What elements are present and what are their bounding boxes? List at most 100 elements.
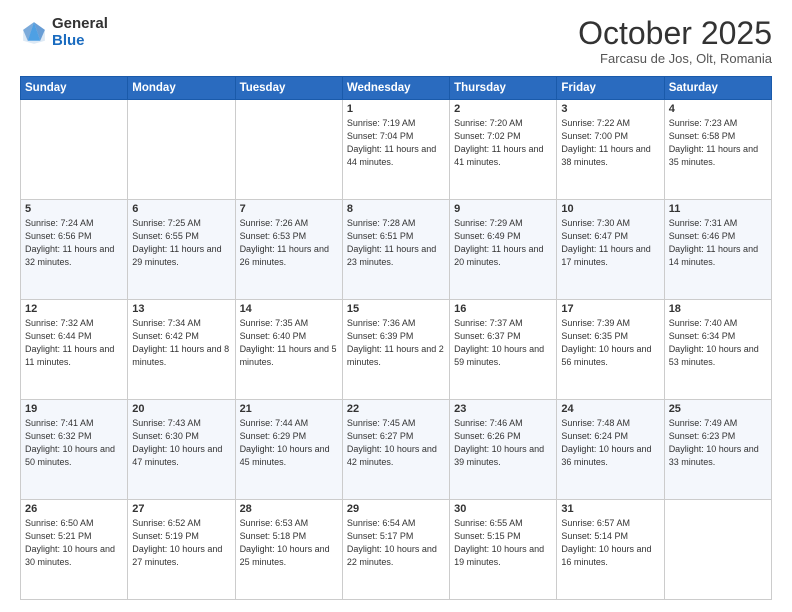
calendar-week-1: 1 Sunrise: 7:19 AM Sunset: 7:04 PM Daylig… [21,100,772,200]
calendar-cell: 6Sunrise: 7:25 AM Sunset: 6:55 PM Daylig… [128,200,235,300]
calendar-cell: 3 Sunrise: 7:22 AM Sunset: 7:00 PM Daylig… [557,100,664,200]
day-number: 24 [561,403,659,415]
calendar-cell: 15Sunrise: 7:36 AM Sunset: 6:39 PM Dayli… [342,300,449,400]
day-number: 11 [669,203,767,215]
day-number: 9 [454,203,552,215]
calendar-cell: 18 Sunrise: 7:40 AM Sunset: 6:34 PM Dayli… [664,300,771,400]
day-number: 31 [561,503,659,515]
day-info: Sunrise: 6:53 AM Sunset: 5:18 PM Dayligh… [240,517,338,569]
day-info: Sunrise: 7:32 AM Sunset: 6:44 PM Dayligh… [25,317,123,369]
day-number: 19 [25,403,123,415]
day-info: Sunrise: 7:39 AM Sunset: 6:35 PM Dayligh… [561,317,659,369]
calendar-cell [664,500,771,600]
day-info: Sunrise: 7:22 AM Sunset: 7:00 PM Dayligh… [561,117,659,169]
day-number: 1 [347,103,445,115]
calendar-header-row: SundayMondayTuesdayWednesdayThursdayFrid… [21,77,772,100]
day-info: Sunrise: 7:40 AM Sunset: 6:34 PM Dayligh… [669,317,767,369]
calendar-cell: 25Sunrise: 7:49 AM Sunset: 6:23 PM Dayli… [664,400,771,500]
day-header-monday: Monday [128,77,235,100]
calendar-cell: 17 Sunrise: 7:39 AM Sunset: 6:35 PM Dayli… [557,300,664,400]
day-header-wednesday: Wednesday [342,77,449,100]
day-info: Sunrise: 7:41 AM Sunset: 6:32 PM Dayligh… [25,417,123,469]
day-info: Sunrise: 7:20 AM Sunset: 7:02 PM Dayligh… [454,117,552,169]
calendar-cell: 4Sunrise: 7:23 AM Sunset: 6:58 PM Daylig… [664,100,771,200]
day-number: 22 [347,403,445,415]
calendar-cell [128,100,235,200]
calendar-cell: 14Sunrise: 7:35 AM Sunset: 6:40 PM Dayli… [235,300,342,400]
day-info: Sunrise: 7:29 AM Sunset: 6:49 PM Dayligh… [454,217,552,269]
day-info: Sunrise: 7:49 AM Sunset: 6:23 PM Dayligh… [669,417,767,469]
calendar-cell: 31 Sunrise: 6:57 AM Sunset: 5:14 PM Dayli… [557,500,664,600]
calendar-cell [21,100,128,200]
day-header-friday: Friday [557,77,664,100]
day-info: Sunrise: 6:50 AM Sunset: 5:21 PM Dayligh… [25,517,123,569]
day-info: Sunrise: 7:25 AM Sunset: 6:55 PM Dayligh… [132,217,230,269]
calendar-cell: 8Sunrise: 7:28 AM Sunset: 6:51 PM Daylig… [342,200,449,300]
day-number: 28 [240,503,338,515]
calendar-cell: 11 Sunrise: 7:31 AM Sunset: 6:46 PM Dayli… [664,200,771,300]
day-info: Sunrise: 6:57 AM Sunset: 5:14 PM Dayligh… [561,517,659,569]
day-info: Sunrise: 7:46 AM Sunset: 6:26 PM Dayligh… [454,417,552,469]
day-number: 17 [561,303,659,315]
calendar-cell: 1 Sunrise: 7:19 AM Sunset: 7:04 PM Daylig… [342,100,449,200]
day-number: 20 [132,403,230,415]
calendar-cell: 26 Sunrise: 6:50 AM Sunset: 5:21 PM Dayli… [21,500,128,600]
day-info: Sunrise: 7:30 AM Sunset: 6:47 PM Dayligh… [561,217,659,269]
day-number: 27 [132,503,230,515]
calendar-cell: 24 Sunrise: 7:48 AM Sunset: 6:24 PM Dayli… [557,400,664,500]
calendar-cell: 19 Sunrise: 7:41 AM Sunset: 6:32 PM Dayli… [21,400,128,500]
day-number: 21 [240,403,338,415]
day-info: Sunrise: 7:35 AM Sunset: 6:40 PM Dayligh… [240,317,338,369]
calendar-cell: 5 Sunrise: 7:24 AM Sunset: 6:56 PM Daylig… [21,200,128,300]
day-info: Sunrise: 7:24 AM Sunset: 6:56 PM Dayligh… [25,217,123,269]
calendar-cell [235,100,342,200]
day-number: 18 [669,303,767,315]
day-info: Sunrise: 7:45 AM Sunset: 6:27 PM Dayligh… [347,417,445,469]
calendar-cell: 20 Sunrise: 7:43 AM Sunset: 6:30 PM Dayli… [128,400,235,500]
day-number: 3 [561,103,659,115]
logo-general-text: General [52,16,108,33]
calendar-week-4: 19 Sunrise: 7:41 AM Sunset: 6:32 PM Dayli… [21,400,772,500]
day-info: Sunrise: 6:55 AM Sunset: 5:15 PM Dayligh… [454,517,552,569]
day-number: 16 [454,303,552,315]
day-info: Sunrise: 7:26 AM Sunset: 6:53 PM Dayligh… [240,217,338,269]
day-number: 30 [454,503,552,515]
day-number: 2 [454,103,552,115]
calendar-cell: 10 Sunrise: 7:30 AM Sunset: 6:47 PM Dayli… [557,200,664,300]
day-header-thursday: Thursday [450,77,557,100]
day-info: Sunrise: 7:19 AM Sunset: 7:04 PM Dayligh… [347,117,445,169]
day-header-sunday: Sunday [21,77,128,100]
day-number: 5 [25,203,123,215]
month-title: October 2025 [578,16,772,51]
day-info: Sunrise: 7:31 AM Sunset: 6:46 PM Dayligh… [669,217,767,269]
calendar-cell: 16 Sunrise: 7:37 AM Sunset: 6:37 PM Dayli… [450,300,557,400]
day-info: Sunrise: 7:28 AM Sunset: 6:51 PM Dayligh… [347,217,445,269]
calendar-cell: 27 Sunrise: 6:52 AM Sunset: 5:19 PM Dayli… [128,500,235,600]
page: General Blue October 2025 Farcasu de Jos… [0,0,792,612]
logo-blue-text: Blue [52,33,108,50]
header: General Blue October 2025 Farcasu de Jos… [20,16,772,66]
day-info: Sunrise: 7:23 AM Sunset: 6:58 PM Dayligh… [669,117,767,169]
day-info: Sunrise: 7:48 AM Sunset: 6:24 PM Dayligh… [561,417,659,469]
calendar-cell: 30 Sunrise: 6:55 AM Sunset: 5:15 PM Dayli… [450,500,557,600]
calendar-cell: 7Sunrise: 7:26 AM Sunset: 6:53 PM Daylig… [235,200,342,300]
location-subtitle: Farcasu de Jos, Olt, Romania [578,51,772,66]
day-info: Sunrise: 7:44 AM Sunset: 6:29 PM Dayligh… [240,417,338,469]
day-info: Sunrise: 6:52 AM Sunset: 5:19 PM Dayligh… [132,517,230,569]
calendar-cell: 9 Sunrise: 7:29 AM Sunset: 6:49 PM Daylig… [450,200,557,300]
day-number: 23 [454,403,552,415]
calendar-cell: 21 Sunrise: 7:44 AM Sunset: 6:29 PM Dayli… [235,400,342,500]
day-number: 12 [25,303,123,315]
calendar-week-2: 5 Sunrise: 7:24 AM Sunset: 6:56 PM Daylig… [21,200,772,300]
calendar-cell: 29Sunrise: 6:54 AM Sunset: 5:17 PM Dayli… [342,500,449,600]
day-number: 15 [347,303,445,315]
day-info: Sunrise: 7:43 AM Sunset: 6:30 PM Dayligh… [132,417,230,469]
logo-text: General Blue [52,16,108,49]
calendar-cell: 2 Sunrise: 7:20 AM Sunset: 7:02 PM Daylig… [450,100,557,200]
day-number: 10 [561,203,659,215]
day-info: Sunrise: 7:37 AM Sunset: 6:37 PM Dayligh… [454,317,552,369]
day-number: 13 [132,303,230,315]
day-number: 26 [25,503,123,515]
calendar-week-5: 26 Sunrise: 6:50 AM Sunset: 5:21 PM Dayli… [21,500,772,600]
calendar-cell: 22 Sunrise: 7:45 AM Sunset: 6:27 PM Dayli… [342,400,449,500]
